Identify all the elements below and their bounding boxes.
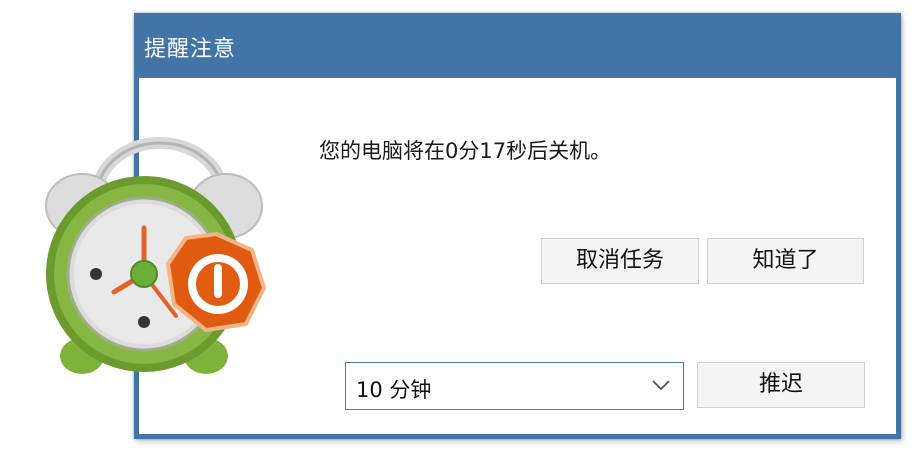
delay-select-value: 10 分钟	[356, 378, 432, 402]
delay-select[interactable]: 10 分钟	[345, 362, 684, 410]
postpone-button[interactable]: 推迟	[697, 362, 865, 408]
alarm-clock-icon	[45, 137, 267, 374]
acknowledge-button[interactable]: 知道了	[707, 238, 864, 284]
screen: 提醒注意 您的电脑将在0分17秒后关机。 取消任务 知道了 10 分钟 推迟	[0, 0, 916, 454]
shutdown-message: 您的电脑将在0分17秒后关机。	[319, 139, 612, 163]
cancel-task-button[interactable]: 取消任务	[541, 238, 699, 284]
dialog-title: 提醒注意	[144, 37, 237, 62]
title-bar[interactable]: 提醒注意	[134, 13, 901, 78]
chevron-down-icon[interactable]	[651, 377, 671, 393]
